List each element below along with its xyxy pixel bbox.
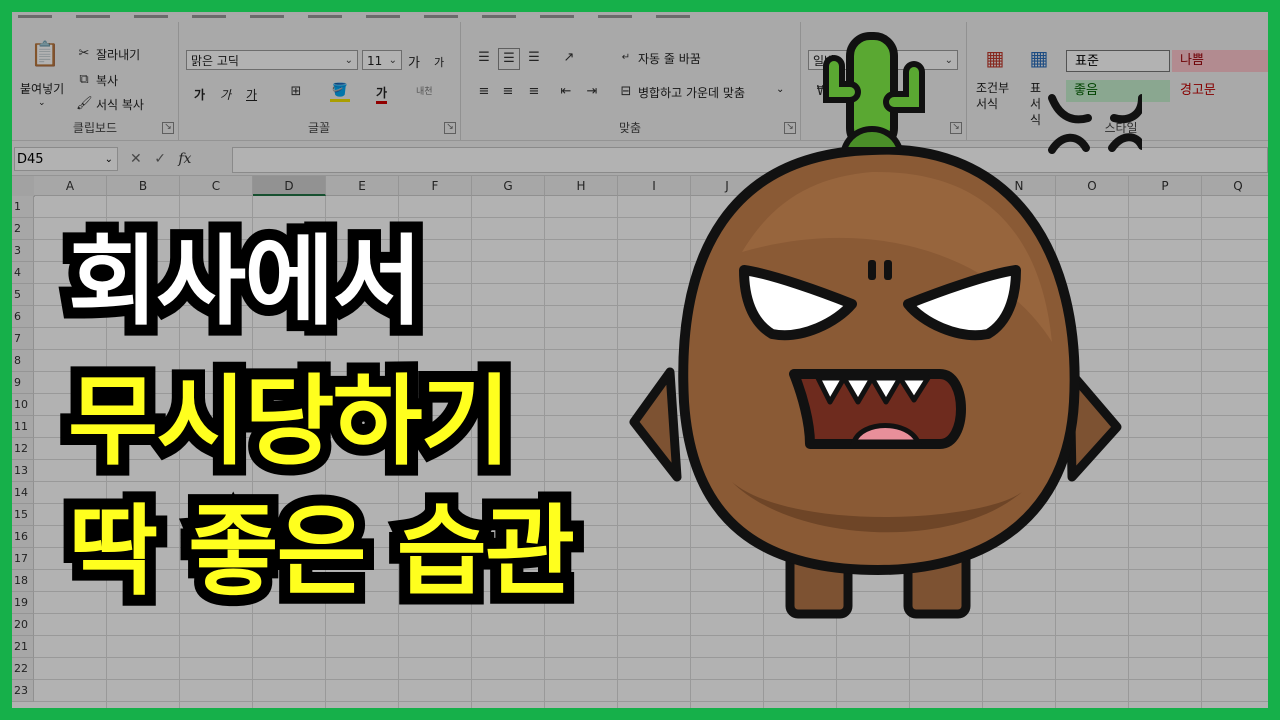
row-header[interactable]: 5 [12,284,34,306]
phonetic-button[interactable]: 내천 [416,84,433,97]
align-left-icon[interactable]: ≡ [474,82,494,102]
row-header[interactable]: 19 [12,592,34,614]
underline-button[interactable]: 가 [246,86,257,103]
style-bad[interactable]: 나쁨 [1172,50,1268,72]
angry-potato-mascot [629,32,1142,619]
row-header[interactable]: 4 [12,262,34,284]
italic-button[interactable]: 가 [220,86,231,103]
font-color-button[interactable]: 가 [376,84,388,104]
paste-button[interactable]: 붙여넣기 [20,80,64,97]
copy-button[interactable]: 복사 [96,72,118,89]
row-header[interactable]: 15 [12,504,34,526]
thumbnail-frame: 📋 붙여넣기 ⌄ ✂ 잘라내기 ⧉ 복사 🖌 서식 복사 클립보드 ↘ 맑은 고… [0,0,1280,720]
row-header[interactable]: 7 [12,328,34,350]
align-middle-icon[interactable]: ☰ [498,48,520,70]
column-header[interactable]: D [253,176,326,196]
row-header[interactable]: 21 [12,636,34,658]
column-header[interactable]: B [107,176,180,196]
column-header[interactable]: H [545,176,618,196]
cactus-sprout-icon [823,32,925,153]
font-group: 맑은 고딕 ⌄ 11 ⌄ 가 가 가 가 가 ⊞ 🪣 가 내천 글꼴 ↘ [178,22,461,140]
anger-mark-icon [1048,94,1142,154]
headline-line-3: 딱 좋은 습관 [57,484,586,620]
clipboard-group-label: 클립보드 [72,121,118,135]
fill-color-icon[interactable]: 🪣 [330,82,350,102]
font-size-select[interactable]: 11 ⌄ [362,50,402,70]
excel-window: 📋 붙여넣기 ⌄ ✂ 잘라내기 ⧉ 복사 🖌 서식 복사 클립보드 ↘ 맑은 고… [12,12,1268,708]
paste-dropdown-icon[interactable]: ⌄ [38,98,46,108]
paste-icon[interactable]: 📋 [30,42,60,74]
row-header[interactable]: 2 [12,218,34,240]
orientation-icon[interactable]: ↗ [556,48,582,68]
row-header[interactable]: 1 [12,196,34,218]
font-launcher-icon[interactable]: ↘ [444,122,456,134]
format-painter-button[interactable]: 서식 복사 [96,96,144,113]
shrink-font-button[interactable]: 가 [434,54,444,70]
column-header[interactable]: E [326,176,399,196]
row-header[interactable]: 9 [12,372,34,394]
copy-icon[interactable]: ⧉ [76,70,92,90]
headline-line-1: 회사에서 [57,214,434,350]
row-header[interactable]: 20 [12,614,34,636]
column-header[interactable]: A [34,176,107,196]
name-box[interactable]: D45 ⌄ [14,147,118,171]
column-header[interactable]: G [472,176,545,196]
style-warning[interactable]: 경고문 [1172,80,1268,102]
row-header[interactable]: 16 [12,526,34,548]
bold-button[interactable]: 가 [194,86,205,103]
enter-icon[interactable]: ✓ [154,151,166,167]
font-group-label: 글꼴 [307,121,331,135]
borders-icon[interactable]: ⊞ [286,82,306,102]
increase-indent-icon[interactable]: ⇥ [582,82,602,102]
row-header[interactable]: 14 [12,482,34,504]
row-header[interactable]: 8 [12,350,34,372]
decrease-indent-icon[interactable]: ⇤ [556,82,576,102]
align-top-icon[interactable]: ☰ [474,48,494,68]
row-header[interactable]: 3 [12,240,34,262]
cancel-icon[interactable]: ✕ [130,151,142,167]
row-header[interactable]: 11 [12,416,34,438]
row-header[interactable]: 13 [12,460,34,482]
row-header[interactable]: 6 [12,306,34,328]
clipboard-group: 📋 붙여넣기 ⌄ ✂ 잘라내기 ⧉ 복사 🖌 서식 복사 클립보드 ↘ [12,22,179,140]
insert-function-button[interactable]: fx [178,151,191,167]
formula-buttons: ✕ ✓ fx [130,147,226,171]
row-header[interactable]: 12 [12,438,34,460]
row-header[interactable]: 23 [12,680,34,702]
row-header[interactable]: 10 [12,394,34,416]
align-center-icon[interactable]: ≡ [498,82,518,102]
row-header[interactable]: 17 [12,548,34,570]
headline-line-2: 무시당하기 [57,354,522,490]
align-right-icon[interactable]: ≡ [524,82,544,102]
clipboard-launcher-icon[interactable]: ↘ [162,122,174,134]
align-bottom-icon[interactable]: ☰ [524,48,544,68]
row-header[interactable]: 22 [12,658,34,680]
font-name-select[interactable]: 맑은 고딕 ⌄ [186,50,358,70]
row-header[interactable]: 18 [12,570,34,592]
select-all-corner[interactable] [12,176,35,197]
menu-tab-strip [12,12,1268,22]
cut-icon[interactable]: ✂ [76,44,92,64]
grow-font-button[interactable]: 가 [408,52,420,71]
cut-button[interactable]: 잘라내기 [96,46,140,63]
column-header[interactable]: F [399,176,472,196]
format-painter-icon[interactable]: 🖌 [76,94,93,114]
column-header[interactable]: Q [1202,176,1268,196]
column-header[interactable]: C [180,176,253,196]
